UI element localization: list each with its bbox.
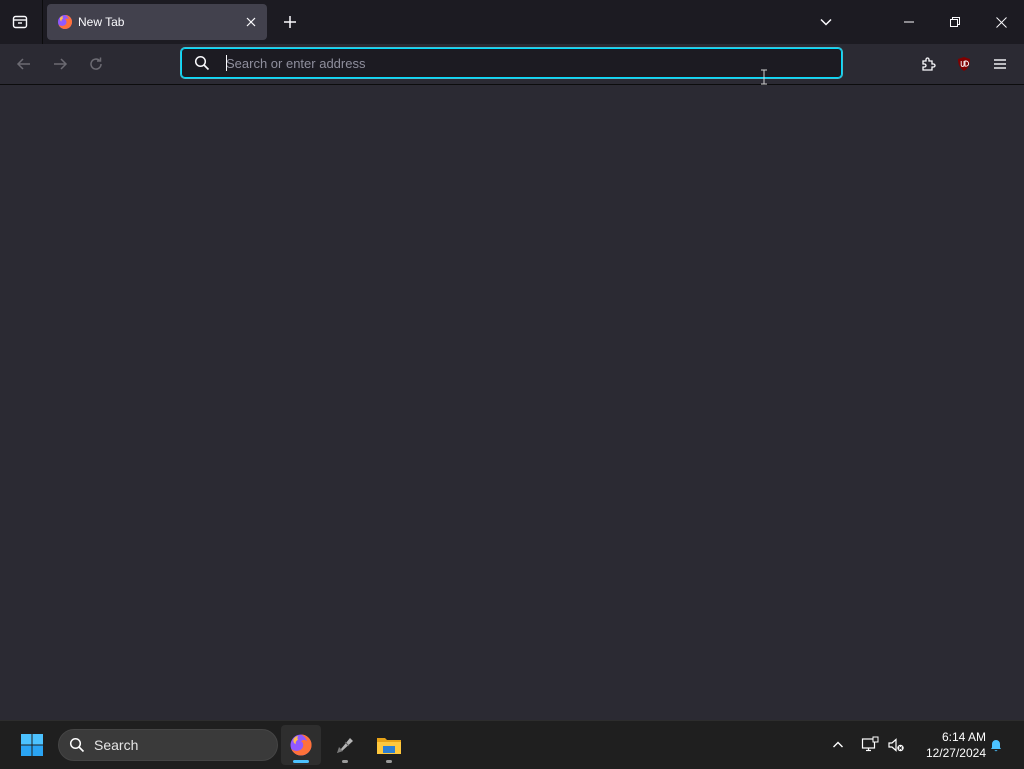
app-menu-button[interactable] <box>984 48 1016 80</box>
tab-strip: New Tab <box>0 0 1024 44</box>
new-tab-button[interactable] <box>274 6 306 38</box>
taskbar-search-box[interactable]: Search <box>58 729 278 761</box>
firefox-view-icon <box>12 15 28 29</box>
running-app-indicator <box>342 760 348 763</box>
minimize-button[interactable] <box>886 0 932 44</box>
tab-separator <box>42 0 43 44</box>
reload-button[interactable] <box>80 48 112 80</box>
firefox-icon <box>290 734 312 756</box>
taskbar-app-file-explorer[interactable] <box>369 725 409 765</box>
firefox-icon <box>58 14 73 29</box>
tab-close-button[interactable] <box>241 12 261 32</box>
puzzle-piece-icon <box>922 57 936 71</box>
firefox-view-button[interactable] <box>4 6 36 38</box>
hamburger-menu-icon <box>994 59 1006 69</box>
taskbar-app-firefox[interactable] <box>281 725 321 765</box>
reload-icon <box>90 57 102 70</box>
clock-time: 6:14 AM <box>941 730 986 744</box>
taskbar-clock[interactable]: 6:14 AM 12/27/2024 <box>912 729 986 761</box>
taskbar: Search 6:14 AM 12/27/2024 <box>0 720 1024 769</box>
active-app-indicator <box>293 760 309 763</box>
speaker-muted-icon <box>888 738 904 752</box>
tab-title: New Tab <box>78 15 125 29</box>
chevron-down-icon <box>820 18 832 26</box>
volume-button[interactable] <box>884 733 908 757</box>
notifications-button[interactable] <box>984 733 1008 757</box>
close-window-button[interactable] <box>978 0 1024 44</box>
running-app-indicator <box>386 760 392 763</box>
search-icon <box>69 737 85 753</box>
plus-icon <box>284 16 296 28</box>
forward-button[interactable] <box>44 48 76 80</box>
network-status-button[interactable] <box>858 733 882 757</box>
chevron-up-icon <box>833 741 843 748</box>
bell-icon <box>991 740 1001 752</box>
list-all-tabs-button[interactable] <box>810 6 842 38</box>
arrow-right-icon <box>54 58 68 70</box>
restore-button[interactable] <box>932 0 978 44</box>
restore-icon <box>950 17 960 27</box>
back-button[interactable] <box>8 48 40 80</box>
extensions-button[interactable] <box>912 48 944 80</box>
taskbar-app-inkscape[interactable] <box>325 725 365 765</box>
text-cursor-icon <box>761 69 767 85</box>
taskbar-search-label: Search <box>94 737 139 753</box>
pen-app-icon <box>337 738 353 753</box>
network-disconnected-icon <box>861 736 879 752</box>
arrow-left-icon <box>16 58 30 70</box>
search-icon <box>194 55 210 71</box>
address-input[interactable] <box>226 53 826 73</box>
start-button[interactable] <box>14 729 50 761</box>
navigation-toolbar <box>0 44 1024 85</box>
page-content[interactable] <box>0 85 1024 720</box>
clock-date: 12/27/2024 <box>925 746 986 760</box>
tab-new-tab[interactable]: New Tab <box>47 4 267 40</box>
close-icon <box>246 17 256 27</box>
show-hidden-icons-button[interactable] <box>826 733 850 757</box>
windows-logo-icon <box>21 734 43 756</box>
folder-icon <box>377 738 401 754</box>
address-bar[interactable] <box>180 47 843 85</box>
ublock-origin-icon <box>958 57 970 71</box>
text-caret <box>226 55 227 71</box>
ublock-origin-button[interactable] <box>948 48 980 80</box>
minimize-icon <box>904 21 914 23</box>
close-icon <box>995 16 1007 28</box>
